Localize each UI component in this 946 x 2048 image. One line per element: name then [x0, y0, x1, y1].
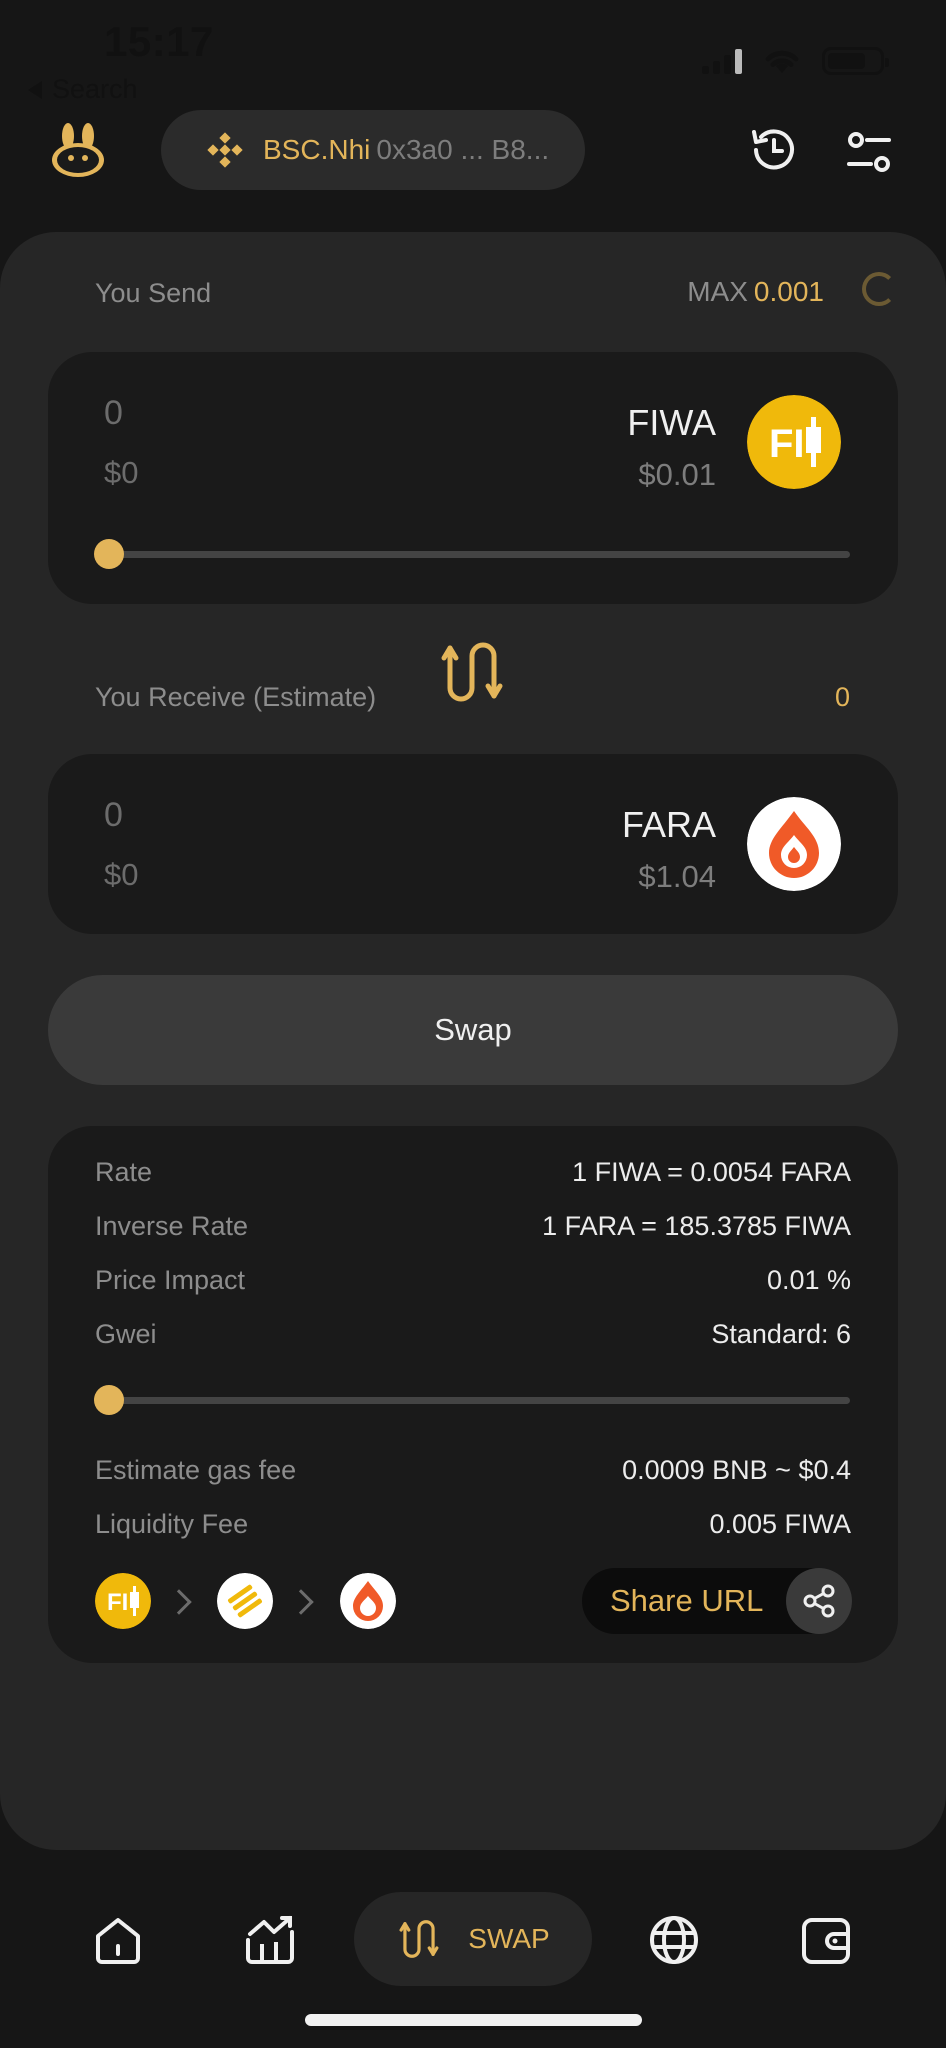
price-impact-value: 0.01 %	[766, 1265, 851, 1295]
gas-fee-row: Estimate gas fee 0.0009 BNB ~ $0.4	[95, 1455, 851, 1486]
receive-estimate-value: 0	[834, 682, 850, 712]
route-bnb-coin-icon	[217, 1573, 273, 1629]
wifi-icon	[765, 50, 799, 73]
wallet-address: 0x3a0 ... B8...	[376, 134, 550, 165]
refresh-spinner-icon[interactable]	[862, 272, 896, 306]
swap-direction-icon[interactable]	[436, 636, 508, 708]
send-amount-input[interactable]: 0	[104, 394, 123, 433]
liquidity-fee-label: Liquidity Fee	[95, 1509, 249, 1539]
price-impact-row: Price Impact 0.01 %	[95, 1265, 851, 1296]
send-amount-usd: $0	[104, 455, 139, 490]
receive-token-symbol[interactable]: FARA	[622, 804, 716, 846]
rate-value: 1 FIWA = 0.0054 FARA	[572, 1157, 851, 1187]
back-arrow-icon	[28, 80, 42, 99]
svg-text:FI: FI	[107, 1589, 128, 1616]
gas-fee-value: 0.0009 BNB ~ $0.4	[622, 1455, 851, 1485]
fara-coin-icon[interactable]	[747, 797, 841, 891]
you-send-label: You Send	[95, 278, 212, 308]
home-indicator	[305, 2014, 642, 2026]
swap-icon	[399, 1920, 439, 1958]
max-value: 0.001	[753, 276, 824, 307]
gwei-slider[interactable]	[108, 1397, 850, 1404]
gwei-row: Gwei Standard: 6	[95, 1319, 851, 1350]
inverse-rate-value: 1 FARA = 185.3785 FIWA	[542, 1211, 851, 1241]
history-icon[interactable]	[748, 124, 800, 176]
share-url-button[interactable]: Share URL	[582, 1568, 852, 1634]
status-time: 15:17	[104, 18, 214, 65]
swap-button[interactable]: Swap	[48, 975, 898, 1085]
max-button[interactable]: MAX 0.001	[687, 276, 824, 308]
rate-row: Rate 1 FIWA = 0.0054 FARA	[95, 1157, 851, 1188]
market-chart-icon[interactable]	[242, 1912, 298, 1968]
wallet-icon[interactable]	[798, 1912, 854, 1968]
wallet-selector[interactable]: BSC.Nhi 0x3a0 ... B8...	[161, 110, 585, 190]
liquidity-fee-value: 0.005 FIWA	[709, 1509, 851, 1539]
back-to-search-link[interactable]: Search	[28, 74, 138, 105]
gwei-slider-handle[interactable]	[94, 1385, 124, 1415]
fiwa-coin-icon[interactable]: FI	[747, 395, 841, 489]
wallet-name: BSC.Nhi	[263, 134, 371, 165]
send-slider-handle[interactable]	[94, 539, 124, 569]
settings-sliders-icon[interactable]	[845, 128, 893, 176]
inverse-rate-row: Inverse Rate 1 FARA = 185.3785 FIWA	[95, 1211, 851, 1242]
inverse-rate-label: Inverse Rate	[95, 1211, 249, 1241]
gwei-value: Standard: 6	[711, 1319, 851, 1349]
cellular-signal-icon	[702, 48, 742, 74]
rate-label: Rate	[95, 1157, 153, 1187]
you-receive-label: You Receive (Estimate)	[95, 682, 377, 712]
status-icons	[702, 46, 889, 76]
gwei-label: Gwei	[95, 1319, 157, 1349]
price-impact-label: Price Impact	[95, 1265, 246, 1295]
svg-text:FI: FI	[769, 422, 805, 466]
back-label: Search	[52, 74, 138, 104]
home-icon[interactable]	[90, 1912, 146, 1968]
receive-amount: 0	[104, 796, 123, 834]
gas-fee-label: Estimate gas fee	[95, 1455, 297, 1485]
route-fara-coin-icon	[340, 1573, 396, 1629]
receive-token-price: $1.04	[638, 859, 716, 894]
max-label: MAX	[687, 276, 748, 307]
route-fiwa-coin-icon: FI	[95, 1573, 151, 1629]
receive-amount-usd: $0	[104, 857, 139, 892]
share-url-label: Share URL	[610, 1583, 764, 1618]
nav-swap-label: SWAP	[468, 1923, 550, 1954]
send-token-symbol[interactable]: FIWA	[627, 402, 716, 444]
bnb-chain-icon	[207, 132, 243, 168]
liquidity-fee-row: Liquidity Fee 0.005 FIWA	[95, 1509, 851, 1540]
send-token-price: $0.01	[638, 457, 716, 492]
nav-swap-tab[interactable]: SWAP	[354, 1892, 592, 1986]
send-amount-slider[interactable]	[108, 551, 850, 558]
share-icon[interactable]	[786, 1568, 852, 1634]
globe-icon[interactable]	[646, 1912, 702, 1968]
pancake-bunny-logo-icon[interactable]	[50, 122, 106, 178]
battery-icon	[822, 47, 889, 75]
